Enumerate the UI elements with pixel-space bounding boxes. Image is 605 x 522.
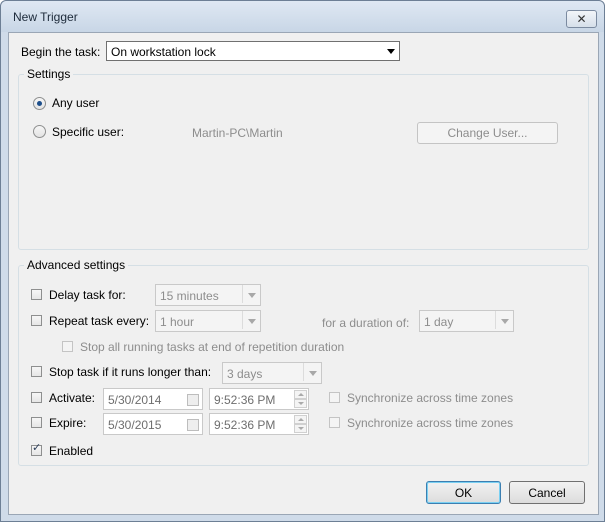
any-user-label[interactable]: Any user — [52, 96, 99, 110]
user-name-text: Martin-PC\Martin — [192, 126, 283, 140]
repeat-task-label[interactable]: Repeat task every: — [49, 314, 149, 328]
chevron-down-icon — [248, 319, 256, 324]
activate-label[interactable]: Activate: — [49, 391, 95, 405]
change-user-button[interactable]: Change User... — [417, 122, 558, 144]
advanced-settings-group-title: Advanced settings — [24, 258, 129, 272]
expire-label[interactable]: Expire: — [49, 416, 86, 430]
begin-task-dropdown[interactable]: On workstation lock — [106, 41, 400, 61]
chevron-down-icon — [309, 371, 317, 376]
close-button[interactable]: ✕ — [566, 10, 597, 28]
calendar-icon — [187, 419, 199, 431]
enabled-checkbox[interactable]: ✓ — [31, 442, 42, 456]
title-bar[interactable]: New Trigger ✕ — [1, 1, 604, 32]
stop-longer-checkbox[interactable] — [31, 366, 42, 377]
expire-checkbox[interactable] — [31, 417, 42, 428]
activate-date-value: 5/30/2014 — [108, 393, 162, 407]
checkmark-icon: ✓ — [32, 442, 42, 454]
spin-down-icon[interactable] — [294, 399, 307, 408]
ok-button-label: OK — [454, 485, 473, 500]
begin-task-label: Begin the task: — [21, 45, 101, 59]
chevron-down-icon — [248, 293, 256, 298]
window-title: New Trigger — [13, 10, 78, 24]
cancel-button[interactable]: Cancel — [509, 481, 585, 504]
repeat-task-value: 1 hour — [160, 315, 195, 329]
stop-longer-value: 3 days — [227, 367, 263, 381]
expire-time-picker[interactable]: 9:52:36 PM — [209, 413, 309, 435]
chevron-down-icon — [387, 49, 395, 54]
spin-down-icon[interactable] — [294, 424, 307, 433]
stop-running-checkbox[interactable] — [62, 341, 73, 352]
expire-date-value: 5/30/2015 — [108, 418, 162, 432]
delay-task-value: 15 minutes — [160, 289, 219, 303]
activate-time-value: 9:52:36 PM — [214, 393, 276, 407]
specific-user-radio[interactable] — [33, 125, 46, 138]
duration-label: for a duration of: — [322, 316, 410, 330]
duration-value: 1 day — [424, 315, 454, 329]
settings-group — [18, 74, 589, 250]
change-user-button-label: Change User... — [447, 126, 528, 140]
activate-sync-label: Synchronize across time zones — [347, 391, 514, 405]
spin-up-icon[interactable] — [294, 415, 307, 424]
spin-up-icon[interactable] — [294, 390, 307, 399]
close-icon: ✕ — [576, 12, 587, 26]
expire-sync-label: Synchronize across time zones — [347, 416, 514, 430]
expire-sync-checkbox[interactable] — [329, 417, 340, 428]
activate-date-picker[interactable]: 5/30/2014 — [103, 388, 203, 410]
activate-sync-checkbox[interactable] — [329, 392, 340, 403]
stop-running-label: Stop all running tasks at end of repetit… — [80, 340, 345, 354]
activate-time-picker[interactable]: 9:52:36 PM — [209, 388, 309, 410]
delay-task-label[interactable]: Delay task for: — [49, 288, 126, 302]
settings-group-title: Settings — [24, 67, 74, 81]
calendar-icon — [187, 394, 199, 406]
repeat-task-dropdown[interactable]: 1 hour — [155, 310, 261, 332]
stop-longer-label[interactable]: Stop task if it runs longer than: — [49, 365, 211, 379]
activate-checkbox[interactable] — [31, 392, 42, 403]
any-user-radio[interactable] — [33, 97, 46, 110]
chevron-down-icon — [501, 319, 509, 324]
new-trigger-dialog: New Trigger ✕ Begin the task: On worksta… — [0, 0, 605, 522]
cancel-button-label: Cancel — [528, 485, 566, 500]
specific-user-label[interactable]: Specific user: — [52, 125, 124, 139]
delay-task-dropdown[interactable]: 15 minutes — [155, 284, 261, 306]
enabled-label[interactable]: Enabled — [49, 444, 93, 458]
ok-button[interactable]: OK — [426, 481, 501, 504]
expire-date-picker[interactable]: 5/30/2015 — [103, 413, 203, 435]
repeat-task-checkbox[interactable] — [31, 315, 42, 326]
begin-task-value: On workstation lock — [111, 45, 216, 59]
dialog-body: Begin the task: On workstation lock Sett… — [8, 32, 599, 515]
expire-time-value: 9:52:36 PM — [214, 418, 276, 432]
stop-longer-dropdown[interactable]: 3 days — [222, 362, 322, 384]
delay-task-checkbox[interactable] — [31, 289, 42, 300]
duration-dropdown[interactable]: 1 day — [419, 310, 514, 332]
